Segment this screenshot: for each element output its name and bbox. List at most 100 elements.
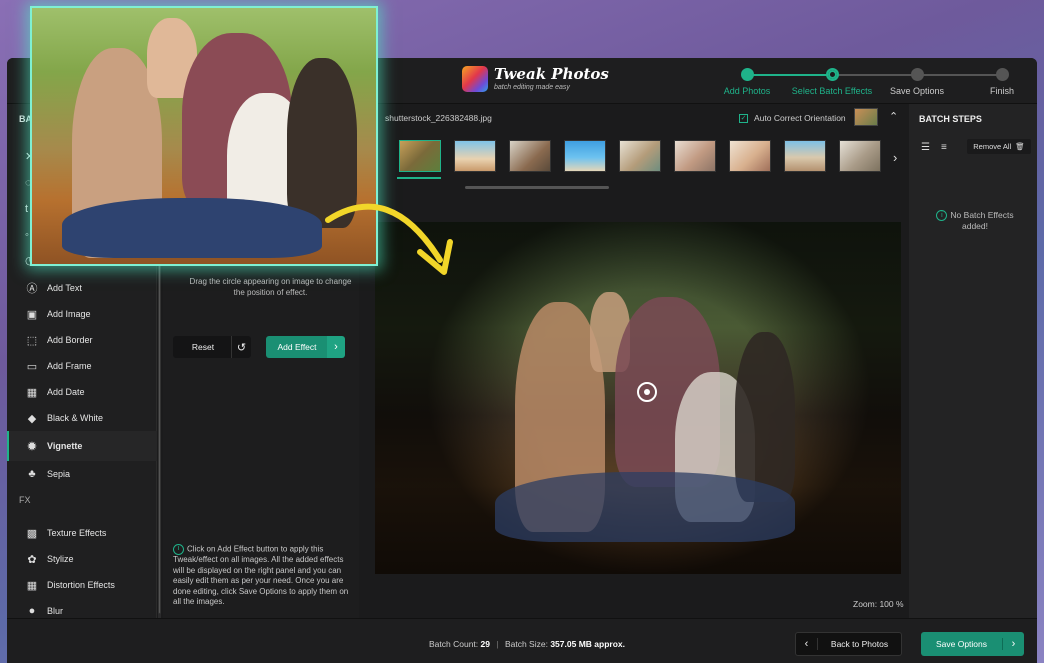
curved-arrow-icon	[325, 203, 453, 275]
photo-thumbnail[interactable]	[784, 140, 826, 172]
selected-thumbnail-indicator	[397, 177, 441, 179]
photo-thumbnail[interactable]	[619, 140, 661, 172]
batch-size-value: 357.05 MB approx.	[550, 639, 625, 649]
preview-figure	[735, 332, 795, 502]
file-name: shutterstock_226382488.jpg	[385, 113, 492, 123]
add-effect-button[interactable]: Add Effect	[266, 336, 328, 358]
step-label-finish[interactable]: Finish	[990, 86, 1014, 96]
popout-figure	[62, 198, 322, 258]
step-dot-save-options[interactable]	[911, 68, 924, 81]
sidebar-item-label: Add Date	[47, 387, 85, 397]
chevron-up-icon[interactable]: ⌃	[889, 110, 898, 123]
sidebar-item-black-white[interactable]: ◆ Black & White	[7, 405, 157, 431]
step-dot-select-batch-effects[interactable]	[826, 68, 839, 81]
vignette-center-handle[interactable]	[637, 382, 657, 402]
logo-subtitle: batch editing made easy	[494, 84, 570, 91]
step-connector	[747, 74, 832, 76]
app-logo: Tweak Photos batch editing made easy	[462, 66, 609, 92]
photo-thumbnail[interactable]	[729, 140, 771, 172]
sidebar-item-label: Sepia	[47, 469, 71, 479]
sidebar-item-label: Vignette	[47, 441, 83, 451]
sidebar-item-add-image[interactable]: ▣ Add Image	[7, 301, 157, 327]
step-label-save-options[interactable]: Save Options	[890, 86, 944, 96]
orientation-thumbnail	[854, 108, 878, 126]
sidebar-item-label: Black & White	[47, 413, 104, 423]
chevron-left-icon: ‹	[796, 638, 818, 650]
sidebar-item-add-text[interactable]: Ⓐ Add Text	[7, 275, 157, 301]
photo-thumbnail[interactable]	[839, 140, 881, 172]
sidebar-item-texture-effects[interactable]: ▩ Texture Effects	[7, 520, 157, 546]
add-image-icon: ▣	[26, 308, 38, 321]
sidebar-item-label: Stylize	[47, 554, 74, 564]
sidebar-item-label: Add Border	[47, 335, 93, 345]
contrast-icon: ◆	[27, 412, 37, 425]
chevron-right-icon[interactable]: ›	[893, 150, 897, 165]
sidebar-item-add-frame[interactable]: ▭ Add Frame	[7, 353, 157, 379]
reset-button-label: Reset	[191, 342, 215, 352]
photo-thumbnail[interactable]	[509, 140, 551, 172]
back-button-label: Back to Photos	[830, 639, 889, 649]
step-dot-finish[interactable]	[996, 68, 1009, 81]
step-label-add-photos[interactable]: Add Photos	[724, 86, 771, 96]
texture-icon: ▩	[26, 527, 38, 540]
photo-thumbnail[interactable]	[399, 140, 441, 172]
info-icon: i	[936, 210, 948, 222]
sidebar-item-label: Add Frame	[47, 361, 92, 371]
photo-thumbnail[interactable]	[674, 140, 716, 172]
chevron-right-icon[interactable]: ›	[327, 336, 345, 358]
info-icon: i	[173, 544, 184, 555]
grid-icon: ▦	[26, 579, 38, 592]
step-label-select-batch-effects[interactable]: Select Batch Effects	[792, 86, 872, 96]
batch-count-label: Batch Count:	[429, 639, 479, 649]
border-icon: ⬚	[26, 334, 38, 347]
batch-size-label: Batch Size:	[504, 639, 548, 649]
save-options-button[interactable]: Save Options ›	[921, 632, 1024, 656]
frame-icon: ▭	[26, 360, 38, 373]
save-button-label: Save Options	[935, 639, 988, 649]
preview-area: shutterstock_226382488.jpg ✓ Auto Correc…	[361, 104, 907, 618]
auto-orient-label: Auto Correct Orientation	[754, 113, 846, 123]
batch-info: Batch Count: 29 | Batch Size: 357.05 MB …	[429, 639, 625, 649]
calendar-icon: ▦	[26, 386, 38, 399]
zoom-level: Zoom: 100 %	[853, 599, 904, 609]
step-dot-add-photos[interactable]	[741, 68, 754, 81]
add-text-icon: Ⓐ	[26, 283, 38, 295]
sidebar-item-label: Distortion Effects	[47, 580, 115, 590]
preview-figure	[495, 472, 795, 542]
sidebar-item-label: Texture Effects	[47, 528, 107, 538]
list-view-icon[interactable]: ☰	[921, 142, 930, 153]
gear-icon: ✹	[27, 440, 37, 453]
batch-count-value: 29	[480, 639, 490, 649]
empty-state: i No Batch Effects added!	[923, 210, 1027, 232]
fx-section-heading: FX	[19, 495, 31, 505]
back-to-photos-button[interactable]: ‹ Back to Photos	[795, 632, 902, 656]
sidebar-item-add-date[interactable]: ▦ Add Date	[7, 379, 157, 405]
logo-mark-icon	[462, 66, 488, 92]
photo-thumbnail[interactable]	[454, 140, 496, 172]
sidebar-item-vignette[interactable]: ✹ Vignette	[7, 431, 157, 461]
sidebar-item-stylize[interactable]: ✿ Stylize	[7, 546, 157, 572]
sidebar-item-label: Blur	[47, 606, 64, 616]
sepia-icon: ♣	[28, 468, 36, 480]
batch-steps-title: BATCH STEPS	[919, 114, 982, 124]
compact-view-icon[interactable]: ≡	[941, 142, 947, 153]
photo-thumbnail[interactable]	[564, 140, 606, 172]
reset-icon[interactable]: ↺	[231, 336, 251, 358]
photo-strip-scrollbar[interactable]	[465, 186, 609, 189]
chevron-right-icon: ›	[1002, 638, 1024, 650]
sidebar-item-label: Add Image	[47, 309, 91, 319]
sidebar-item-distortion-effects[interactable]: ▦ Distortion Effects	[7, 572, 157, 598]
auto-orient-checkbox[interactable]: ✓	[739, 113, 748, 123]
drop-icon: ●	[28, 605, 36, 617]
empty-state-text: No Batch Effects added!	[950, 210, 1014, 232]
apply-hint-text: Click on Add Effect button to apply this…	[173, 544, 349, 607]
apply-hint: i Click on Add Effect button to apply thi…	[173, 544, 353, 608]
auto-orient-toggle[interactable]: ✓ Auto Correct Orientation	[739, 113, 846, 123]
logo-title: Tweak Photos	[494, 65, 609, 83]
sidebar-item-sepia[interactable]: ♣ Sepia	[7, 461, 157, 487]
sidebar-item-add-border[interactable]: ⬚ Add Border	[7, 327, 157, 353]
remove-all-button[interactable]: Remove All 🗑	[967, 139, 1031, 154]
trash-icon: 🗑	[1015, 142, 1025, 151]
stylize-icon: ✿	[27, 553, 37, 566]
remove-all-label: Remove All	[973, 142, 1012, 151]
